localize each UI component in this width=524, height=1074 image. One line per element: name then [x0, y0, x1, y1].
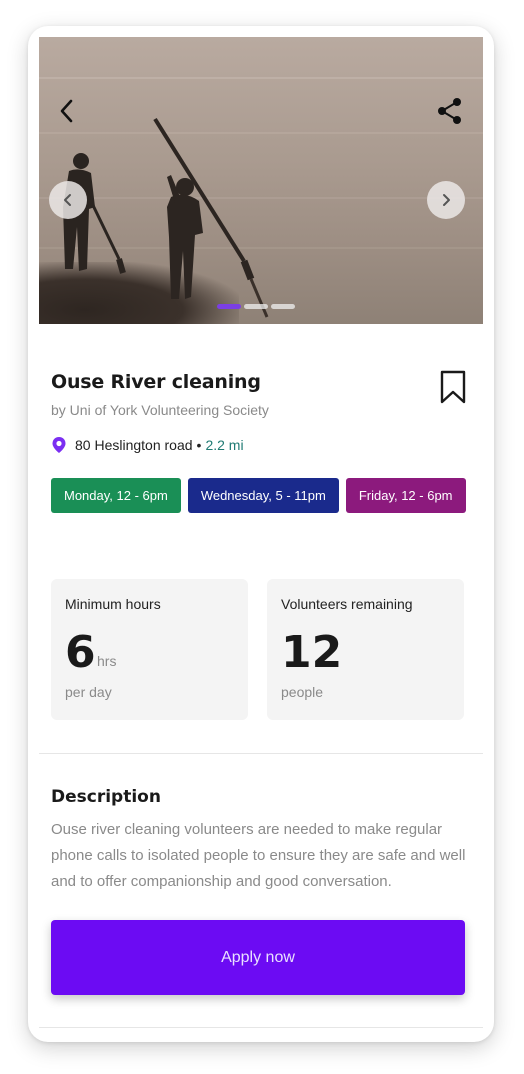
min-hours-sub: per day — [65, 684, 112, 700]
share-icon — [438, 98, 461, 124]
volunteers-value: 12 — [281, 627, 343, 678]
schedule-chips: Monday, 12 - 6pm Wednesday, 5 - 11pm Fri… — [51, 478, 471, 513]
schedule-chip-friday[interactable]: Friday, 12 - 6pm — [345, 478, 466, 513]
volunteers-sub: people — [281, 684, 324, 700]
address-text: 80 Heslington road — [75, 437, 193, 453]
distance-text: 2.2 mi — [205, 437, 244, 453]
volunteers-card: Volunteers remaining 12 people — [267, 579, 464, 720]
min-hours-label: Minimum hours — [65, 596, 161, 612]
event-detail-screen: Ouse River cleaning by Uni of York Volun… — [39, 37, 483, 1031]
carousel-dot[interactable] — [217, 304, 241, 309]
apply-now-button[interactable]: Apply now — [51, 920, 465, 995]
organizer-text: by Uni of York Volunteering Society — [51, 402, 269, 418]
divider — [39, 1027, 483, 1028]
carousel-indicator — [217, 304, 295, 309]
map-pin-icon — [52, 437, 66, 453]
share-button[interactable] — [434, 95, 466, 127]
min-hours-card: Minimum hours 6 hrs per day — [51, 579, 248, 720]
min-hours-value: 6 — [65, 627, 96, 678]
hero-image — [39, 37, 483, 324]
prev-image-button[interactable] — [49, 181, 87, 219]
location-row: 80 Heslington road • 2.2 mi — [51, 436, 244, 454]
event-title: Ouse River cleaning — [51, 371, 261, 393]
volunteers-silhouette — [63, 117, 269, 318]
chevron-left-icon — [64, 194, 71, 206]
divider — [39, 753, 483, 754]
schedule-chip-wednesday[interactable]: Wednesday, 5 - 11pm — [187, 478, 339, 513]
description-text: Ouse river cleaning volunteers are neede… — [51, 821, 466, 890]
chevron-right-icon — [443, 194, 450, 206]
min-hours-unit: hrs — [97, 653, 117, 669]
next-image-button[interactable] — [427, 181, 465, 219]
back-button[interactable] — [51, 95, 83, 127]
bookmark-button[interactable] — [439, 369, 467, 405]
description-heading: Description — [51, 787, 161, 807]
carousel-dot[interactable] — [244, 304, 268, 309]
schedule-chip-monday[interactable]: Monday, 12 - 6pm — [51, 478, 181, 513]
separator: • — [196, 437, 202, 453]
phone-frame: Ouse River cleaning by Uni of York Volun… — [28, 26, 494, 1042]
chevron-left-icon — [60, 99, 73, 123]
volunteers-label: Volunteers remaining — [281, 596, 413, 612]
bookmark-icon — [440, 370, 466, 404]
carousel-dot[interactable] — [271, 304, 295, 309]
